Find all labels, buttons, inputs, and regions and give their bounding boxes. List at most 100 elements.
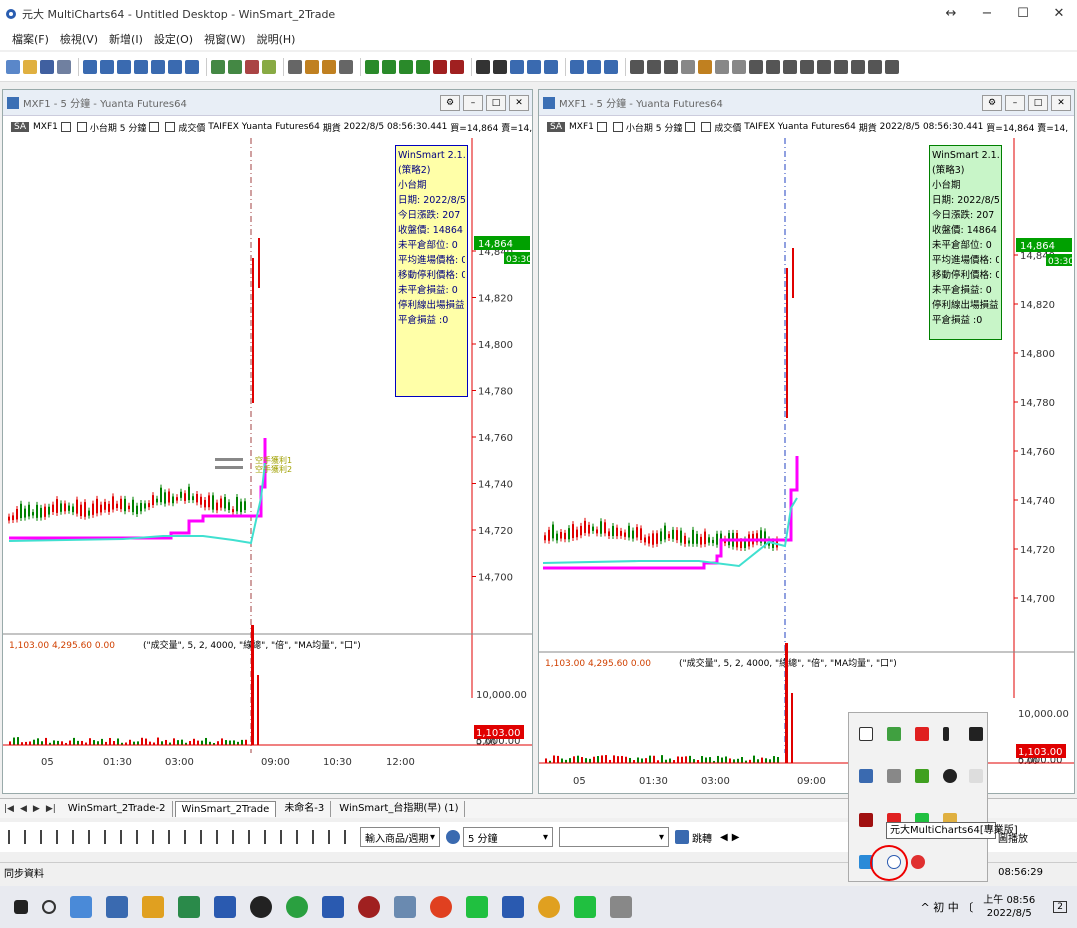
arrow-up-tool-icon[interactable] — [312, 830, 323, 844]
chrome-icon[interactable] — [538, 896, 560, 918]
checkbox-icon[interactable] — [701, 122, 712, 132]
system-clock[interactable]: 上午 08:56 2022/8/5 — [983, 894, 1035, 920]
interval-combo[interactable]: 5 分鐘 ▾ — [463, 827, 553, 847]
candle-icon[interactable] — [305, 59, 319, 74]
chart-minimize-button[interactable]: – — [463, 94, 483, 111]
chart-settings-button[interactable]: ⚙ — [982, 94, 1002, 111]
nvidia-icon[interactable] — [915, 769, 929, 783]
report-icon[interactable] — [185, 59, 199, 74]
tray-app-icon[interactable] — [969, 727, 983, 741]
text-tool-icon[interactable] — [232, 830, 243, 844]
checkbox-icon[interactable] — [165, 122, 176, 132]
dropdown-icon[interactable] — [76, 122, 87, 132]
shift-icon[interactable] — [732, 59, 746, 74]
dropdown-icon[interactable] — [612, 122, 623, 132]
jump-icon[interactable] — [675, 830, 689, 844]
bar-chart-icon[interactable] — [288, 59, 302, 74]
tab-first-icon[interactable]: |◀ — [4, 804, 14, 814]
maximize-button[interactable]: ☐ — [1005, 0, 1041, 28]
gann-tool-icon[interactable] — [152, 830, 163, 844]
split-icon[interactable] — [544, 59, 558, 74]
signal-icon[interactable] — [228, 59, 242, 74]
angle-tool-icon[interactable] — [120, 830, 131, 844]
ellipse-tool-icon[interactable] — [264, 830, 275, 844]
jump-label[interactable]: 跳轉 — [692, 830, 712, 845]
windows-start-icon[interactable] — [14, 900, 28, 914]
quote-icon[interactable] — [134, 59, 148, 74]
tab-last-icon[interactable]: ▶| — [46, 804, 56, 814]
play-forward-icon[interactable]: ▶ — [732, 832, 740, 843]
dropdown-icon[interactable] — [149, 122, 160, 132]
order-icon[interactable] — [168, 59, 182, 74]
word-icon[interactable] — [502, 896, 524, 918]
menu-window[interactable]: 視窗(W) — [204, 31, 245, 47]
taskbar-app-icon[interactable] — [610, 896, 632, 918]
chart-settings-button[interactable]: ⚙ — [440, 94, 460, 111]
tab-prev-icon[interactable]: ◀ — [20, 804, 27, 814]
magnify-icon[interactable] — [817, 59, 831, 74]
arc-tool-icon[interactable] — [136, 830, 147, 844]
fork-icon[interactable] — [382, 59, 396, 74]
search-icon[interactable] — [42, 900, 56, 914]
curve-tool-icon[interactable] — [280, 830, 291, 844]
flag-icon[interactable] — [450, 59, 464, 74]
chart-close-button[interactable]: ✕ — [509, 94, 529, 111]
cursor-icon[interactable] — [476, 59, 490, 74]
line-tool-icon[interactable] — [8, 830, 19, 844]
dropdown-icon[interactable] — [685, 122, 696, 132]
compress-icon[interactable] — [766, 59, 780, 74]
crosshair-icon[interactable] — [493, 59, 507, 74]
arrows-icon[interactable] — [715, 59, 729, 74]
taskbar-app-icon[interactable] — [250, 896, 272, 918]
close-button[interactable]: ✕ — [1041, 0, 1077, 28]
bulb-icon[interactable] — [698, 59, 712, 74]
portfolio-icon[interactable] — [151, 59, 165, 74]
chart-close-button[interactable]: ✕ — [1051, 94, 1071, 111]
dropdown-icon[interactable] — [60, 122, 71, 132]
minimize-button[interactable]: − — [969, 0, 1005, 28]
tray-app-icon[interactable] — [859, 813, 873, 827]
dropdown-icon[interactable] — [596, 122, 607, 132]
word-icon[interactable] — [322, 896, 344, 918]
redo-icon[interactable] — [868, 59, 882, 74]
menu-help[interactable]: 說明(H) — [257, 31, 296, 47]
tab-winsmart-2trade-2[interactable]: WinSmart_2Trade-2 — [62, 800, 173, 817]
zoom-in-icon[interactable] — [783, 59, 797, 74]
scanner-icon[interactable] — [100, 59, 114, 74]
grid-tool-icon[interactable] — [216, 830, 227, 844]
tab-winsmart-2trade[interactable]: WinSmart_2Trade — [174, 800, 277, 817]
notification-icon[interactable]: 2 — [1053, 901, 1067, 913]
ruler-tool-icon[interactable] — [200, 830, 211, 844]
taskbar-app-icon[interactable] — [358, 896, 380, 918]
open-folder-icon[interactable] — [23, 59, 37, 74]
zoom-window-icon[interactable] — [510, 59, 524, 74]
scroll-left-icon[interactable] — [630, 59, 644, 74]
tab-untitled-3[interactable]: 未命名-3 — [278, 800, 332, 817]
expand-icon[interactable] — [749, 59, 763, 74]
print-icon[interactable] — [57, 59, 71, 74]
chart-maximize-button[interactable]: □ — [1028, 94, 1048, 111]
rectangle-tool-icon[interactable] — [248, 830, 259, 844]
calculator-icon[interactable] — [106, 896, 128, 918]
alert-icon[interactable] — [604, 59, 618, 74]
hline-tool-icon[interactable] — [24, 830, 35, 844]
taskbar-app-icon[interactable] — [394, 896, 416, 918]
chrome-icon[interactable] — [286, 896, 308, 918]
marker-icon[interactable] — [433, 59, 447, 74]
magnet-tool-icon[interactable] — [328, 830, 339, 844]
hourglass-icon[interactable] — [664, 59, 678, 74]
restore-icon[interactable]: ↔ — [933, 0, 969, 28]
line-icon[interactable] — [574, 896, 596, 918]
globe-icon[interactable] — [446, 830, 460, 844]
cycle-tool-icon[interactable] — [184, 830, 195, 844]
file-explorer-icon[interactable] — [142, 896, 164, 918]
gann-icon[interactable] — [416, 59, 430, 74]
screenshot-icon[interactable] — [587, 59, 601, 74]
hand-icon[interactable] — [885, 59, 899, 74]
ohlc-icon[interactable] — [322, 59, 336, 74]
strategy-icon[interactable] — [245, 59, 259, 74]
line-chart-icon[interactable] — [339, 59, 353, 74]
tray-indicators[interactable]: ^ 初 中 〔 — [921, 899, 974, 915]
date-combo[interactable]: ▾ — [559, 827, 669, 847]
format-icon[interactable] — [262, 59, 276, 74]
